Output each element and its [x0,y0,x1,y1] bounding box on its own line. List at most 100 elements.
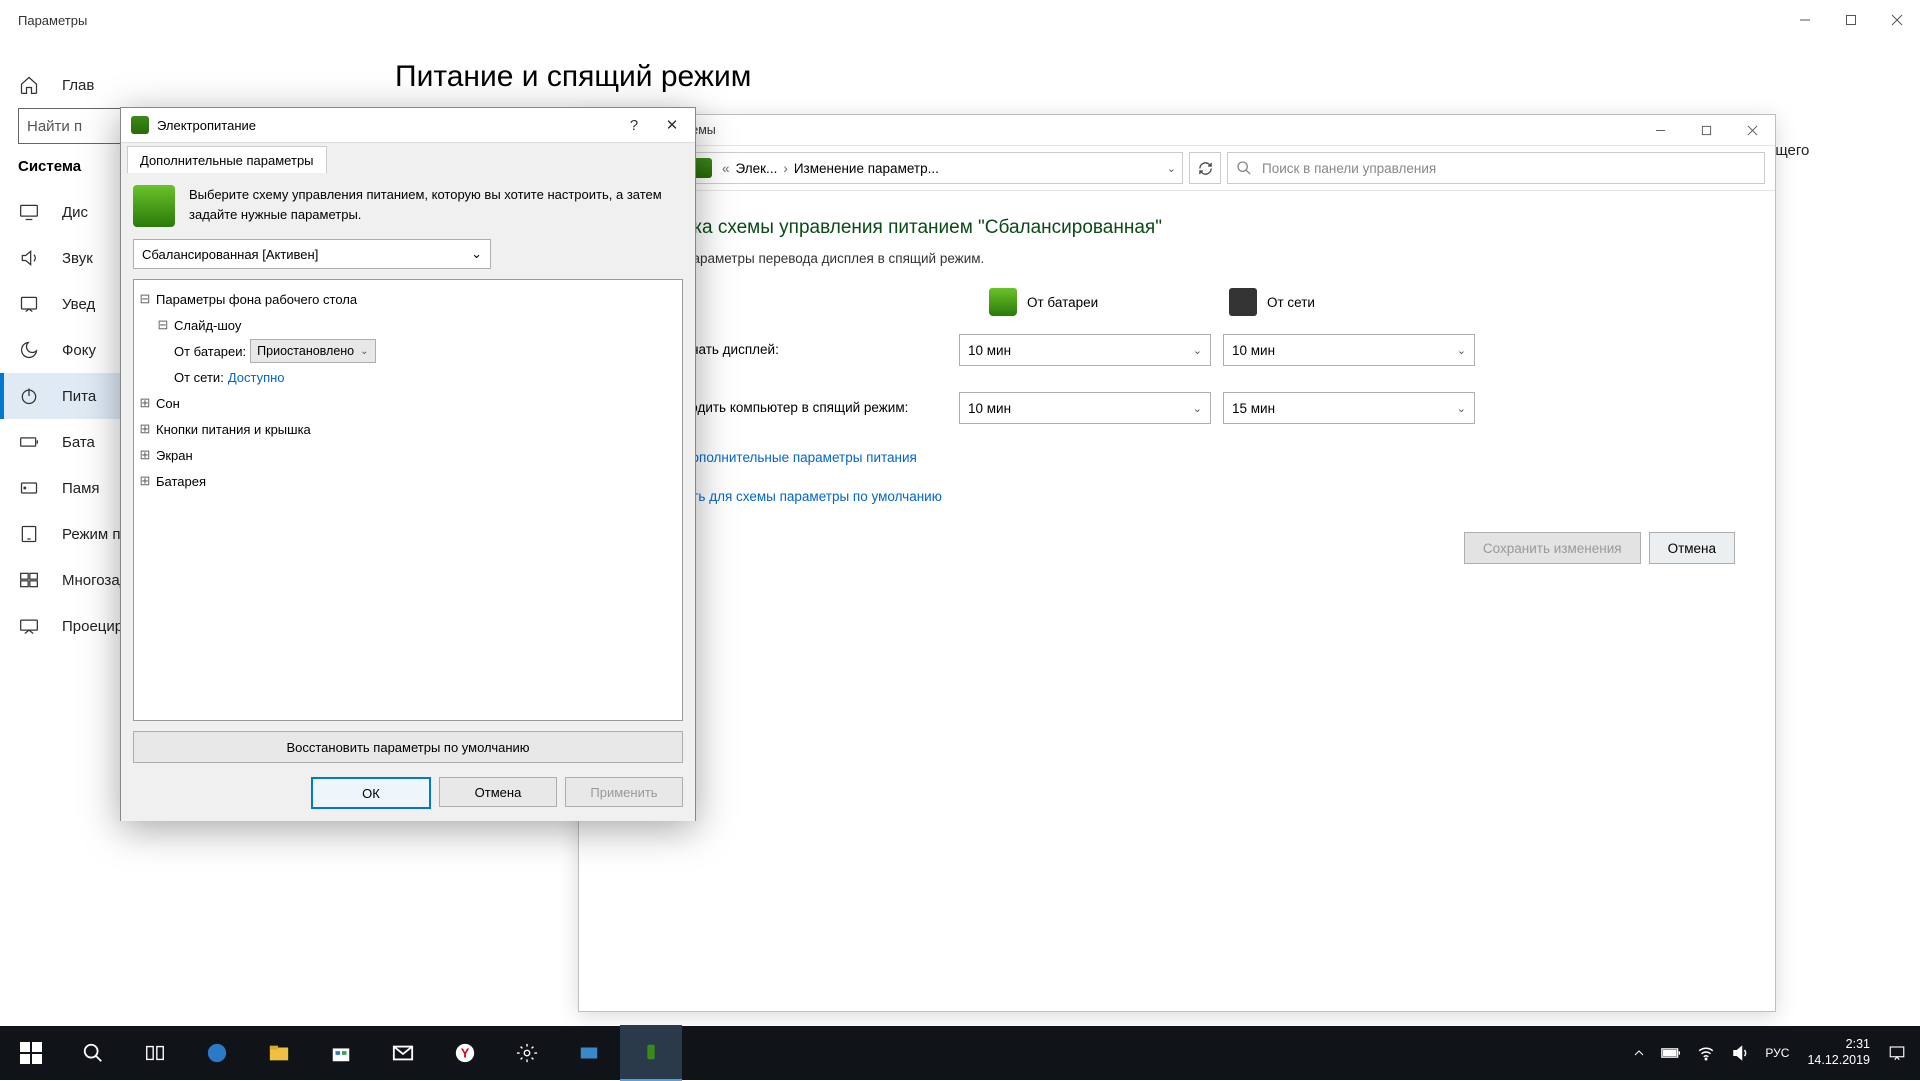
refresh-button[interactable] [1189,152,1221,184]
sidebar-item-home[interactable]: Глав [0,62,365,108]
taskbar-app-power-options[interactable] [620,1025,682,1081]
breadcrumb[interactable]: « Элек... › Изменение параметр... ⌄ [685,152,1183,184]
cp-close-button[interactable] [1729,115,1775,145]
breadcrumb-item[interactable]: Изменение параметр... [794,161,939,176]
svg-text:Y: Y [461,1046,470,1061]
taskbar: Y РУС 2:31 14.12.2019 [0,1026,1920,1080]
taskbar-app-settings[interactable] [496,1026,558,1080]
tab-advanced-params[interactable]: Дополнительные параметры [127,146,327,173]
cancel-button[interactable]: Отмена [439,777,557,807]
taskbar-app-explorer[interactable] [248,1026,310,1080]
cp-heading: Настройка схемы управления питанием "Сба… [619,217,1735,239]
taskbar-app-yandex[interactable]: Y [434,1026,496,1080]
taskbar-app-store[interactable] [310,1026,372,1080]
sidebar-item-label: Памя [62,480,100,497]
power-scheme-select[interactable]: Сбалансированная [Активен]⌄ [133,239,491,269]
cp-minimize-button[interactable] [1637,115,1683,145]
sidebar-item-label: Глав [62,77,94,94]
chevron-down-icon[interactable]: ⌄ [1167,162,1176,175]
row-sleep: Переводить компьютер в спящий режим: 10 … [619,392,1735,424]
cp-maximize-button[interactable] [1683,115,1729,145]
start-button[interactable] [0,1026,62,1080]
tree-node-sleep[interactable]: ⊞Сон [138,390,678,416]
sleep-battery-select[interactable]: 10 мин⌄ [959,392,1211,424]
sidebar-item-label: Бата [62,434,95,451]
sound-icon [18,247,40,269]
power-icon [18,385,40,407]
tree-node-slideshow[interactable]: ⊟Слайд-шоу [138,312,678,338]
tree-node-battery[interactable]: ⊞Батарея [138,468,678,494]
slideshow-ac-value[interactable]: Доступно [228,370,285,385]
help-button[interactable]: ? [615,111,653,139]
chevron-down-icon: ⌄ [1193,402,1202,415]
search-placeholder: Найти п [27,118,82,135]
tray-time: 2:31 [1807,1037,1870,1053]
power-options-icon [131,116,149,134]
tree-node-screen[interactable]: ⊞Экран [138,442,678,468]
tray-wifi-icon[interactable] [1689,1026,1723,1080]
slideshow-battery-select[interactable]: Приостановлено⌄ [250,339,375,363]
expand-icon[interactable]: ⊞ [138,448,152,463]
display-off-battery-select[interactable]: 10 мин⌄ [959,334,1211,366]
tablet-icon [18,523,40,545]
link-restore-defaults[interactable]: Восстановить для схемы параметры по умол… [619,489,1735,504]
apply-button[interactable]: Применить [565,777,683,807]
tray-action-center-button[interactable] [1880,1026,1914,1080]
collapse-icon[interactable]: ⊟ [138,292,152,307]
restore-defaults-button[interactable]: Восстановить параметры по умолчанию [133,731,683,763]
minimize-button[interactable] [1782,0,1828,40]
maximize-button[interactable] [1828,0,1874,40]
tray-language-indicator[interactable]: РУС [1757,1026,1797,1080]
battery-icon [989,288,1017,316]
sidebar-item-label: Дис [62,204,88,221]
tree-node-buttons[interactable]: ⊞Кнопки питания и крышка [138,416,678,442]
system-tray: РУС 2:31 14.12.2019 [1625,1026,1920,1080]
tray-overflow-button[interactable] [1625,1026,1653,1080]
chevron-down-icon: ⌄ [471,246,482,262]
search-button[interactable] [62,1026,124,1080]
save-changes-button[interactable]: Сохранить изменения [1464,532,1641,564]
project-icon [18,615,40,637]
link-change-advanced[interactable]: Изменить дополнительные параметры питани… [619,450,1735,465]
adv-intro: Выберите схему управления питанием, кото… [133,185,683,227]
adv-titlebar: Электропитание ? ✕ [121,108,695,142]
sidebar-item-label: Фоку [62,342,96,359]
multitask-icon [18,569,40,591]
notification-icon [18,293,40,315]
tree-node-desktop-bg[interactable]: ⊟Параметры фона рабочего стола [138,286,678,312]
breadcrumb-item[interactable]: Элек... [736,161,778,176]
display-off-ac-select[interactable]: 10 мин⌄ [1223,334,1475,366]
power-plan-icon [133,185,175,227]
cancel-button[interactable]: Отмена [1649,532,1735,564]
storage-icon [18,477,40,499]
control-panel-plan-window: ие параметров схемы « Элек... › Изменени… [578,114,1776,1012]
sleep-ac-select[interactable]: 15 мин⌄ [1223,392,1475,424]
tray-clock[interactable]: 2:31 14.12.2019 [1797,1037,1880,1068]
taskbar-app-mail[interactable] [372,1026,434,1080]
cp-navbar: « Элек... › Изменение параметр... ⌄ Поис… [579,146,1775,191]
cp-search-input[interactable]: Поиск в панели управления [1227,152,1765,184]
taskbar-app-snipping[interactable] [558,1026,620,1080]
cp-titlebar: ие параметров схемы [579,115,1775,146]
settings-tree[interactable]: ⊟Параметры фона рабочего стола ⊟Слайд-шо… [133,279,683,721]
taskview-button[interactable] [124,1026,186,1080]
row-display-off: Отключать дисплей: 10 мин⌄ 10 мин⌄ [619,334,1735,366]
close-button[interactable]: ✕ [653,111,691,139]
column-header-battery: От батареи [989,288,1179,316]
expand-icon[interactable]: ⊞ [138,474,152,489]
search-placeholder: Поиск в панели управления [1262,161,1436,176]
expand-icon[interactable]: ⊞ [138,396,152,411]
cp-subheading: Выберите параметры перевода дисплея в сп… [619,251,1735,266]
advanced-power-dialog: Электропитание ? ✕ Дополнительные параме… [120,107,696,821]
focus-icon [18,339,40,361]
collapse-icon[interactable]: ⊟ [156,318,170,333]
expand-icon[interactable]: ⊞ [138,422,152,437]
tray-volume-icon[interactable] [1723,1026,1757,1080]
chevron-down-icon: ⌄ [1457,344,1466,357]
ok-button[interactable]: ОК [311,777,431,809]
tree-leaf-ac: От сети: Доступно [138,364,678,390]
tray-battery-icon[interactable] [1653,1026,1689,1080]
close-button[interactable] [1874,0,1920,40]
taskbar-app-edge[interactable] [186,1026,248,1080]
sidebar-item-label: Увед [62,296,95,313]
